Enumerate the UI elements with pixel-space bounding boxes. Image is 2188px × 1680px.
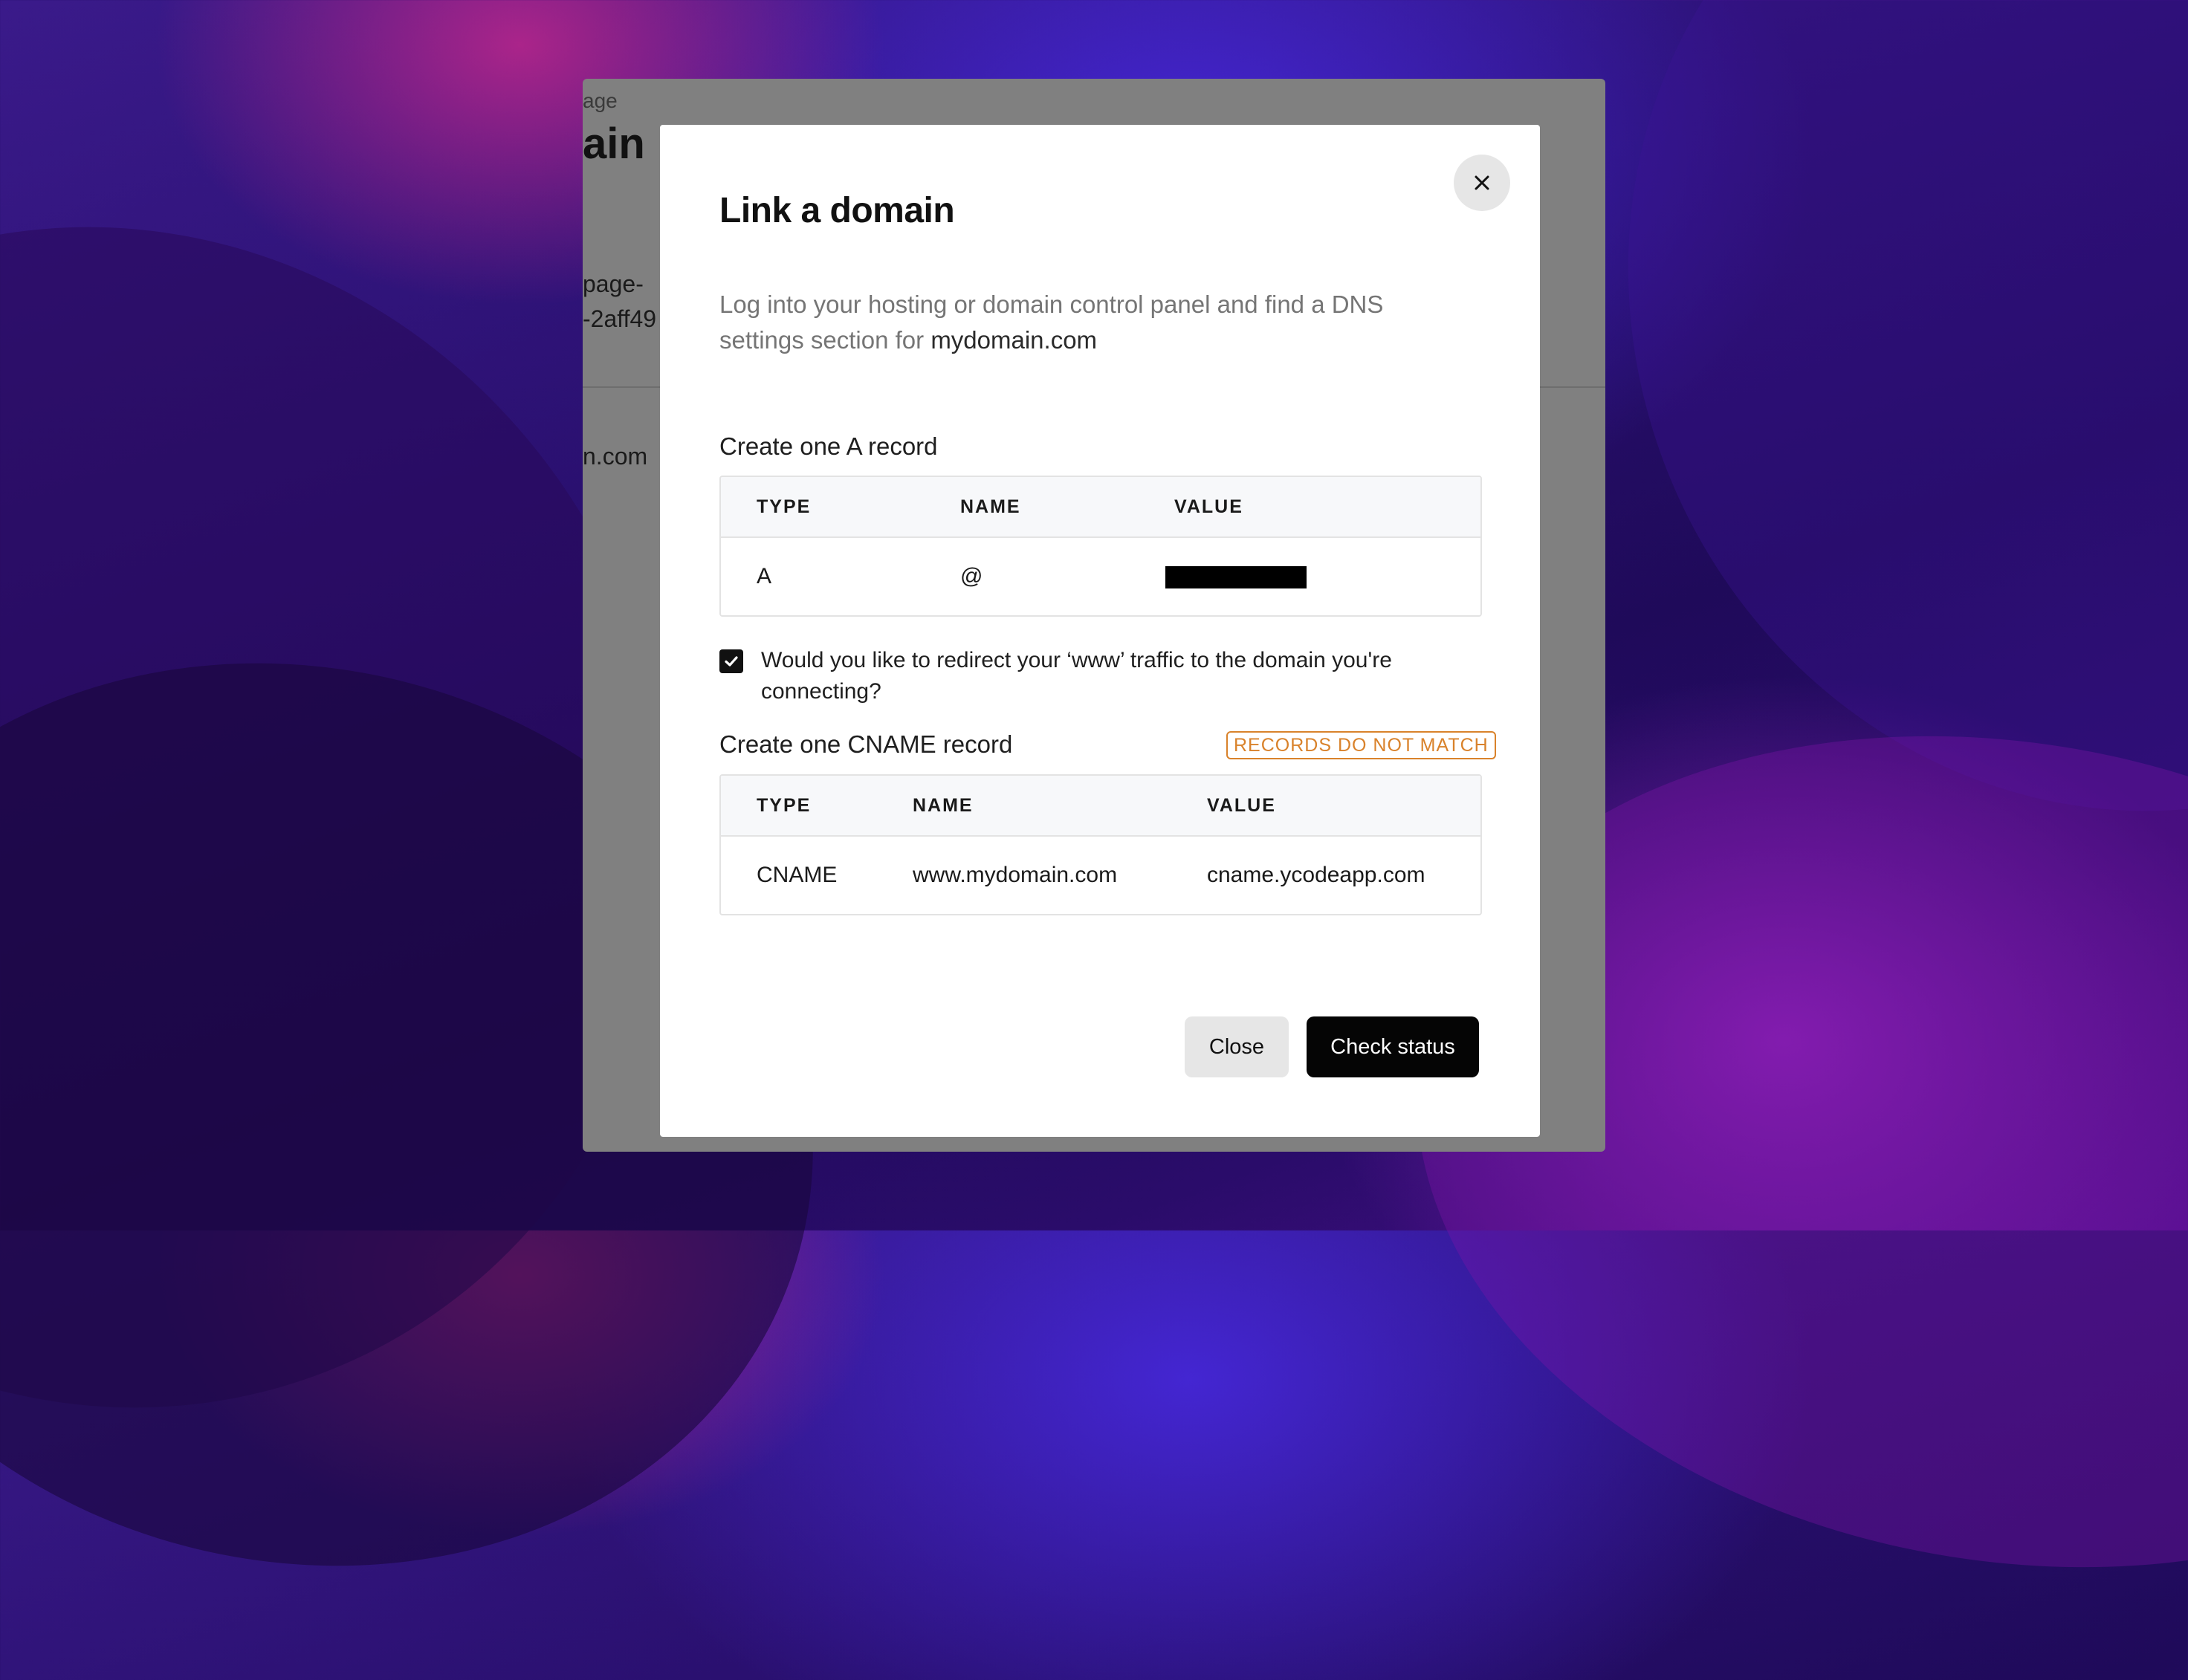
- table-row: A @: [721, 538, 1480, 615]
- column-header-type: TYPE: [757, 795, 812, 816]
- background-text-line: page-: [583, 270, 644, 297]
- redirect-www-checkbox[interactable]: [719, 649, 743, 673]
- close-button[interactable]: Close: [1185, 1016, 1289, 1077]
- check-status-button[interactable]: Check status: [1307, 1016, 1479, 1077]
- description-domain: mydomain.com: [930, 326, 1098, 354]
- column-header-type: TYPE: [757, 496, 812, 517]
- a-record-name: @: [960, 564, 983, 588]
- checkmark-icon: [725, 656, 738, 667]
- background-domain-text: n.com: [583, 443, 648, 470]
- cname-record-name: www.mydomain.com: [913, 863, 1118, 887]
- redirect-www-label[interactable]: Would you like to redirect your ‘www’ tr…: [761, 645, 1475, 707]
- a-record-value-redacted: [1165, 566, 1307, 588]
- cname-record-table: TYPE NAME VALUE CNAME www.mydomain.com c…: [719, 774, 1482, 915]
- cname-record-title: Create one CNAME record: [719, 730, 1013, 758]
- column-header-name: NAME: [913, 795, 974, 816]
- background-breadcrumb: age: [583, 89, 618, 112]
- column-header-name: NAME: [960, 496, 1021, 517]
- modal-description: Log into your hosting or domain control …: [719, 287, 1470, 358]
- cname-record-type: CNAME: [757, 863, 838, 887]
- modal-title: Link a domain: [719, 191, 955, 230]
- table-header: TYPE NAME VALUE: [721, 477, 1480, 538]
- background-page-title: ain: [583, 120, 645, 168]
- modal-close-button[interactable]: [1454, 155, 1510, 211]
- cname-record-value: cname.ycodeapp.com: [1207, 863, 1425, 887]
- column-header-value: VALUE: [1207, 795, 1276, 816]
- a-record-type: A: [757, 564, 772, 588]
- column-header-value: VALUE: [1174, 496, 1243, 517]
- a-record-table: TYPE NAME VALUE A @: [719, 476, 1482, 617]
- link-domain-modal: Link a domain Log into your hosting or d…: [660, 125, 1540, 1137]
- background-text-line: -2aff49: [583, 305, 657, 332]
- table-header: TYPE NAME VALUE: [721, 776, 1480, 837]
- table-row: CNAME www.mydomain.com cname.ycodeapp.co…: [721, 837, 1480, 914]
- a-record-title: Create one A record: [719, 432, 938, 460]
- status-badge: RECORDS DO NOT MATCH: [1226, 731, 1496, 759]
- close-icon: [1475, 175, 1489, 190]
